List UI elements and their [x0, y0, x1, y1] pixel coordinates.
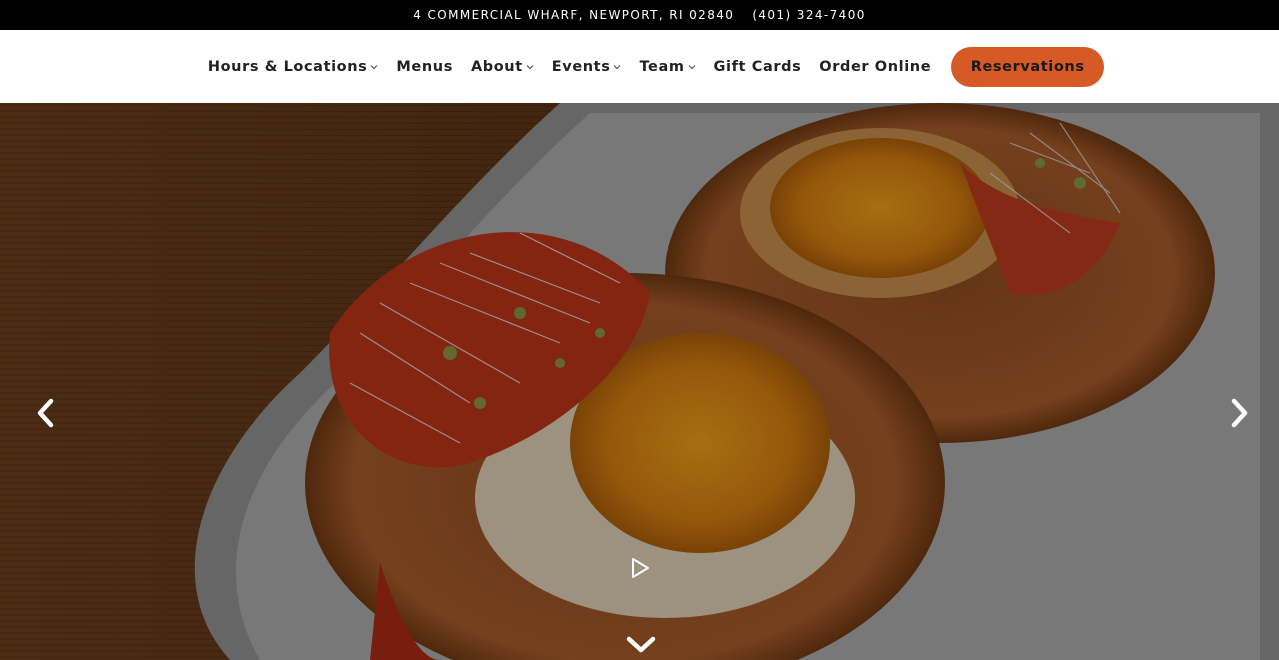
- nav-item-menus[interactable]: Menus: [396, 59, 453, 75]
- chevron-down-icon: [526, 64, 534, 69]
- reservations-label: Reservations: [970, 58, 1085, 75]
- nav-item-label: About: [470, 58, 523, 75]
- nav-item-label: Events: [551, 58, 611, 75]
- main-navigation: Hours & Locations Menus About Events Tea…: [0, 30, 1279, 103]
- nav-item-team[interactable]: Team: [639, 59, 695, 75]
- nav-item-label: Team: [639, 58, 685, 75]
- chevron-down-icon: [370, 64, 378, 69]
- hero-slideshow: [0, 103, 1279, 660]
- nav-item-hours-locations[interactable]: Hours & Locations: [208, 59, 379, 75]
- chevron-down-icon: [688, 64, 695, 69]
- nav-menu: Hours & Locations Menus About Events Tea…: [199, 59, 940, 75]
- nav-item-events[interactable]: Events: [552, 59, 622, 75]
- play-icon[interactable]: [628, 556, 652, 580]
- chevron-right-icon[interactable]: [1224, 393, 1254, 433]
- reservations-button[interactable]: Reservations: [951, 46, 1105, 87]
- nav-item-label: Order Online: [819, 58, 932, 75]
- top-info-bar: 4 COMMERCIAL WHARF, NEWPORT, RI 02840 (4…: [0, 0, 1279, 30]
- nav-item-gift-cards[interactable]: Gift Cards: [714, 59, 802, 75]
- nav-item-label: Gift Cards: [713, 58, 802, 75]
- nav-item-label: Menus: [396, 58, 453, 75]
- chevron-down-icon: [614, 64, 621, 69]
- nav-item-order-online[interactable]: Order Online: [819, 59, 931, 75]
- nav-item-label: Hours & Locations: [207, 58, 368, 75]
- nav-item-about[interactable]: About: [471, 59, 534, 75]
- chevron-down-icon[interactable]: [624, 633, 658, 657]
- phone-link[interactable]: (401) 324-7400: [752, 8, 865, 22]
- address-text: 4 COMMERCIAL WHARF, NEWPORT, RI 02840: [413, 8, 735, 22]
- chevron-left-icon[interactable]: [31, 393, 61, 433]
